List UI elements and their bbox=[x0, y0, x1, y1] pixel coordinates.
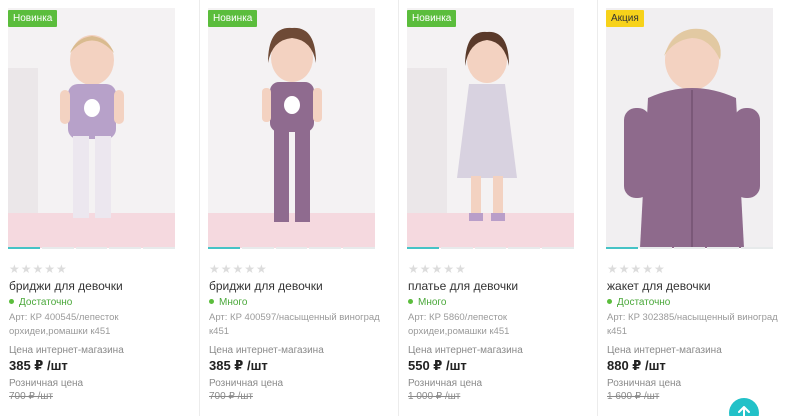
price: 385 ₽ /шт bbox=[9, 358, 68, 373]
retail-price: 1 000 ₽ /шт bbox=[408, 391, 461, 402]
arrow-up-icon bbox=[738, 406, 750, 416]
stock-status: Достаточно bbox=[607, 297, 670, 308]
price-label: Цена интернет-магазина bbox=[607, 345, 722, 356]
price-label: Цена интернет-магазина bbox=[9, 345, 124, 356]
retail-price: 700 ₽ /шт bbox=[9, 391, 53, 402]
stock-status: Достаточно bbox=[9, 297, 72, 308]
product-photo[interactable] bbox=[606, 8, 773, 248]
price: 385 ₽ /шт bbox=[209, 358, 268, 373]
rating-stars[interactable]: ★★★★★ bbox=[9, 262, 68, 276]
product-article: Арт: КР 5860/лепесток орхидеи,ромашки к4… bbox=[408, 312, 510, 337]
girl-in-top-and-leggings-photo bbox=[8, 8, 175, 248]
sale-badge: Акция bbox=[606, 10, 644, 27]
retail-price-label: Розничная цена bbox=[408, 378, 483, 389]
stock-status: Много bbox=[408, 297, 446, 308]
price-label: Цена интернет-магазина bbox=[408, 345, 523, 356]
rating-stars[interactable]: ★★★★★ bbox=[209, 262, 268, 276]
rating-stars[interactable]: ★★★★★ bbox=[607, 262, 666, 276]
product-article: Арт: КР 302385/насыщенный виноград к451 bbox=[607, 312, 778, 337]
product-article: Арт: КР 400545/лепесток орхидеи,ромашки … bbox=[9, 312, 119, 337]
stock-status: Много bbox=[209, 297, 247, 308]
retail-price: 700 ₽ /шт bbox=[209, 391, 253, 402]
product-photo[interactable] bbox=[208, 8, 375, 248]
product-card[interactable]: Новинка ★★★★★ платье для девочки Много А… bbox=[399, 0, 597, 416]
retail-price-label: Розничная цена bbox=[209, 378, 284, 389]
product-title[interactable]: бриджи для девочки bbox=[209, 279, 323, 293]
girl-in-jacket-photo bbox=[606, 8, 773, 248]
product-title[interactable]: жакет для девочки bbox=[607, 279, 711, 293]
product-photo[interactable] bbox=[8, 8, 175, 248]
girl-in-purple-set-photo bbox=[208, 8, 375, 248]
photo-pager[interactable] bbox=[8, 247, 175, 250]
retail-price-label: Розничная цена bbox=[607, 378, 682, 389]
product-title[interactable]: платье для девочки bbox=[408, 279, 518, 293]
retail-price: 1 600 ₽ /шт bbox=[607, 391, 660, 402]
price: 880 ₽ /шт bbox=[607, 358, 666, 373]
new-badge: Новинка bbox=[8, 10, 58, 27]
retail-price-label: Розничная цена bbox=[9, 378, 84, 389]
product-grid: Новинка ★★★★★ бриджи для девочки Достато… bbox=[0, 0, 800, 416]
product-card[interactable]: Акция ★★★★★ жакет для девочки Достаточно… bbox=[598, 0, 796, 416]
product-article: Арт: КР 400597/насыщенный виноград к451 bbox=[209, 312, 380, 337]
photo-pager[interactable] bbox=[606, 247, 773, 250]
photo-pager[interactable] bbox=[407, 247, 574, 250]
product-card[interactable]: Новинка ★★★★★ бриджи для девочки Достато… bbox=[0, 0, 198, 416]
price-label: Цена интернет-магазина bbox=[209, 345, 324, 356]
new-badge: Новинка bbox=[407, 10, 457, 27]
photo-pager[interactable] bbox=[208, 247, 375, 250]
product-card[interactable]: Новинка ★★★★★ бриджи для девочки Много А… bbox=[200, 0, 398, 416]
new-badge: Новинка bbox=[208, 10, 258, 27]
product-title[interactable]: бриджи для девочки bbox=[9, 279, 123, 293]
price: 550 ₽ /шт bbox=[408, 358, 467, 373]
girl-in-dress-photo bbox=[407, 8, 574, 248]
product-photo[interactable] bbox=[407, 8, 574, 248]
rating-stars[interactable]: ★★★★★ bbox=[408, 262, 467, 276]
